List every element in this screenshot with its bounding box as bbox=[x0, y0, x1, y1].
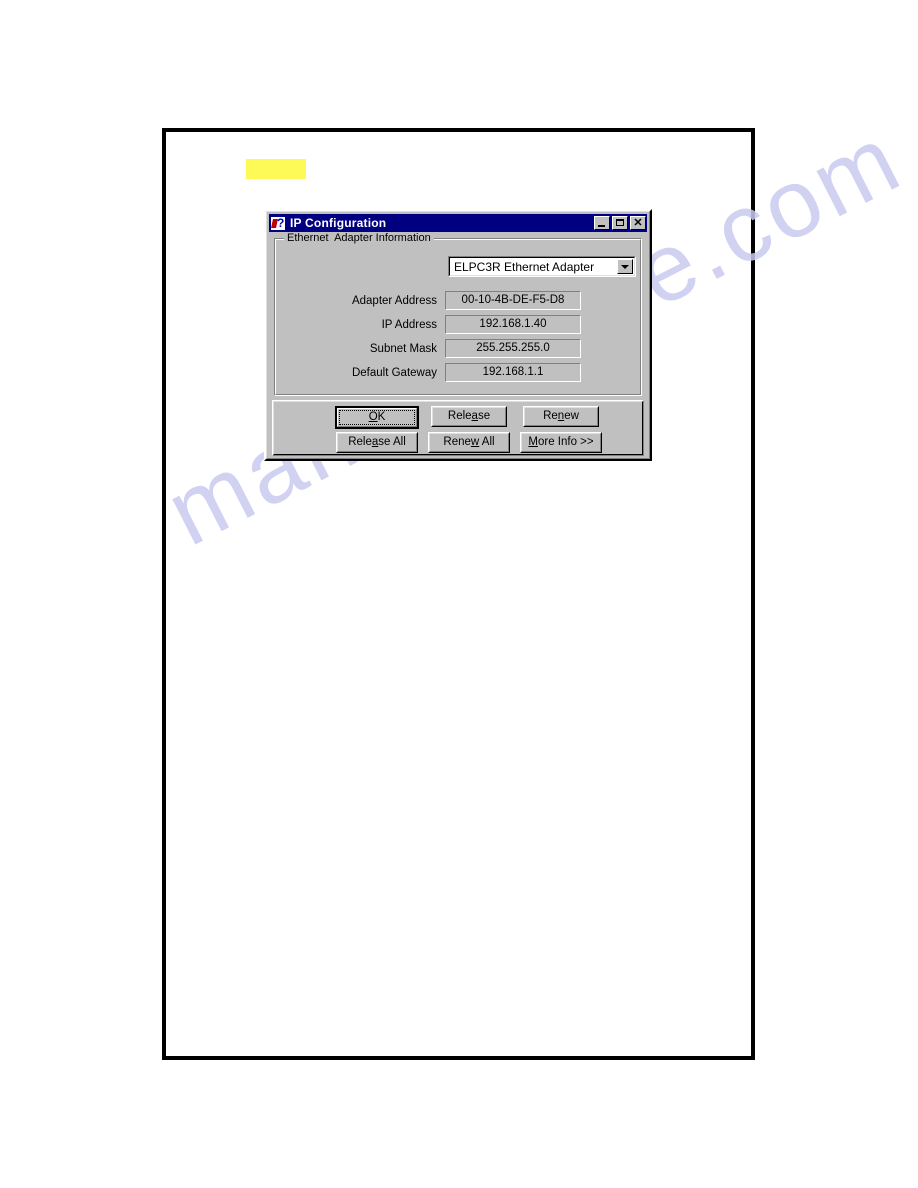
ok-button[interactable]: OK bbox=[335, 406, 419, 429]
renew-button[interactable]: Renew bbox=[523, 406, 599, 427]
adapter-select[interactable]: ELPC3R Ethernet Adapter bbox=[448, 256, 636, 277]
chevron-down-icon[interactable] bbox=[617, 259, 633, 274]
renew-after: ew bbox=[564, 410, 579, 422]
ok-accel: O bbox=[368, 411, 378, 423]
adapter-address-value: 00-10-4B-DE-F5-D8 bbox=[445, 291, 581, 310]
more-info-accel: M bbox=[528, 436, 538, 448]
default-gateway-label: Default Gateway bbox=[351, 366, 437, 379]
ok-button-label: OK bbox=[337, 408, 417, 427]
maximize-icon bbox=[616, 219, 624, 226]
subnet-mask-row: Subnet Mask 255.255.255.0 bbox=[274, 338, 636, 359]
window-controls: ✕ bbox=[594, 216, 646, 230]
dialog-title: IP Configuration bbox=[290, 216, 387, 230]
icon-question-mark: ? bbox=[277, 215, 285, 230]
adapter-address-label: Adapter Address bbox=[351, 294, 437, 307]
more-info-button[interactable]: More Info >> bbox=[520, 432, 602, 453]
dialog-button-panel: OK Release Renew Release All Renew All M bbox=[272, 400, 644, 456]
button-grid: OK Release Renew Release All Renew All M bbox=[331, 406, 607, 455]
minimize-icon bbox=[598, 225, 605, 227]
release-button[interactable]: Release bbox=[431, 406, 507, 427]
renew-all-before: Rene bbox=[443, 436, 471, 448]
maximize-button[interactable] bbox=[612, 216, 628, 230]
ip-config-icon: ? bbox=[270, 215, 286, 231]
ip-configuration-dialog: ? IP Configuration ✕ Ethernet Adapter In… bbox=[264, 209, 652, 461]
close-icon: ✕ bbox=[633, 217, 643, 229]
release-all-after: se All bbox=[378, 436, 406, 448]
renew-all-accel: w bbox=[470, 436, 480, 448]
release-all-before: Rele bbox=[348, 436, 372, 448]
renew-all-after: All bbox=[479, 436, 495, 448]
release-all-button[interactable]: Release All bbox=[336, 432, 418, 453]
ip-address-label: IP Address bbox=[381, 318, 437, 331]
ip-address-row: IP Address 192.168.1.40 bbox=[274, 314, 636, 335]
close-button[interactable]: ✕ bbox=[630, 216, 646, 230]
minimize-button[interactable] bbox=[594, 216, 610, 230]
ok-after: K bbox=[377, 411, 386, 423]
groupbox-label: Ethernet Adapter Information bbox=[284, 232, 434, 244]
renew-before: Re bbox=[543, 410, 558, 422]
yellow-highlight-mark bbox=[246, 159, 306, 179]
dialog-titlebar[interactable]: ? IP Configuration ✕ bbox=[269, 214, 647, 232]
more-info-after: ore Info >> bbox=[537, 436, 594, 448]
adapter-address-row: Adapter Address 00-10-4B-DE-F5-D8 bbox=[274, 290, 636, 311]
default-gateway-row: Default Gateway 192.168.1.1 bbox=[274, 362, 636, 383]
renew-all-button[interactable]: Renew All bbox=[428, 432, 510, 453]
subnet-mask-value: 255.255.255.0 bbox=[445, 339, 581, 358]
ip-address-value: 192.168.1.40 bbox=[445, 315, 581, 334]
subnet-mask-label: Subnet Mask bbox=[369, 342, 437, 355]
release-after: se bbox=[477, 410, 491, 422]
release-before: Rele bbox=[447, 410, 472, 422]
default-gateway-value: 192.168.1.1 bbox=[445, 363, 581, 382]
adapter-select-value: ELPC3R Ethernet Adapter bbox=[454, 259, 595, 274]
